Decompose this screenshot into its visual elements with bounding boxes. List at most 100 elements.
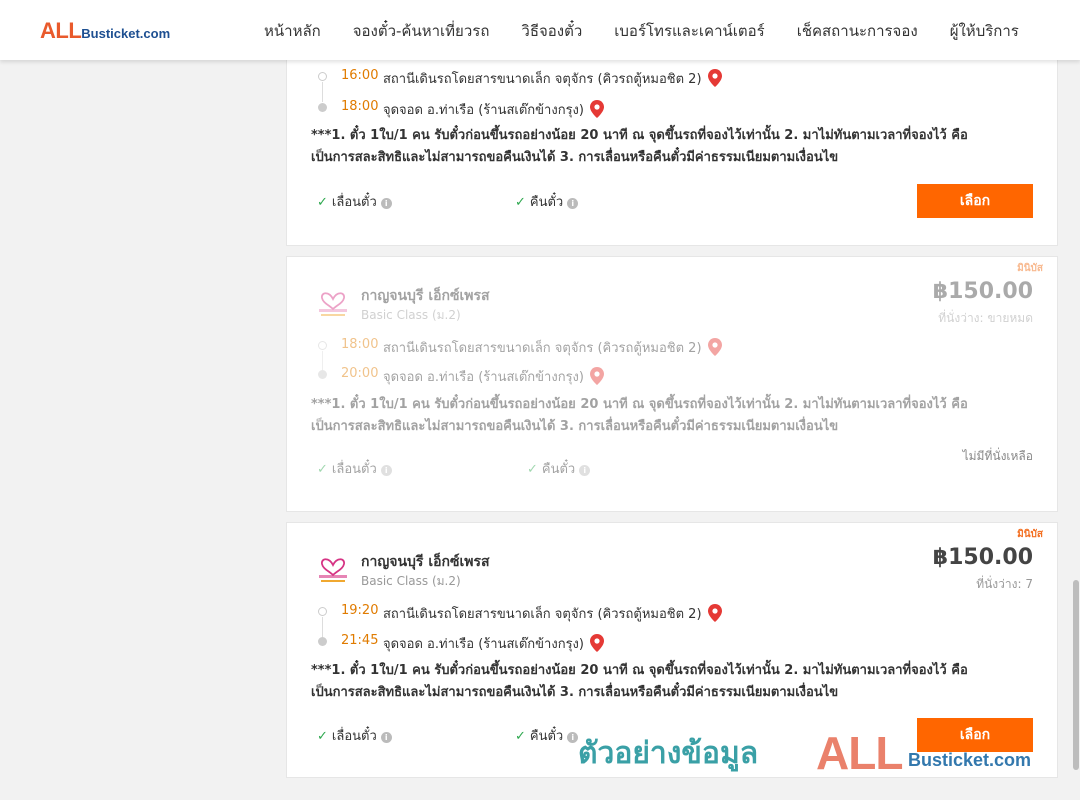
arrive-place: จุดจอด อ.ท่าเรือ (ร้านสเต๊กข้างกรุง) xyxy=(383,99,604,120)
seats-available: ที่นั่งว่าง: 7 xyxy=(976,577,1033,591)
arrive-place-text: จุดจอด อ.ท่าเรือ (ร้านสเต๊กข้างกรุง) xyxy=(383,103,584,118)
arrive-time: 20:00 xyxy=(341,366,379,381)
depart-place: สถานีเดินรถโดยสารขนาดเล็ก จตุจักร (คิวรถ… xyxy=(383,603,722,624)
check-icon: ✓ xyxy=(317,195,328,210)
kanchanaburi-express-logo xyxy=(319,292,347,316)
nav-phone-counters[interactable]: เบอร์โทรและเคาน์เตอร์ xyxy=(614,19,764,43)
ticket-price: ฿150.00 xyxy=(932,279,1033,304)
kanchanaburi-express-logo xyxy=(319,558,347,582)
refund-label: คืนตั๋ว xyxy=(529,729,564,744)
route-dot-icon xyxy=(318,370,327,379)
check-icon: ✓ xyxy=(515,195,526,210)
reschedule-label: เลื่อนตั๋ว xyxy=(331,462,377,477)
check-icon: ✓ xyxy=(317,729,328,744)
note-line-1: ***1. ตั๋ว 1ใบ/1 คน รับตั๋วก่อนขึ้นรถอย่… xyxy=(311,397,968,412)
arrive-time: 21:45 xyxy=(341,633,379,648)
note-line-1: ***1. ตั๋ว 1ใบ/1 คน รับตั๋วก่อนขึ้นรถอย่… xyxy=(311,128,968,143)
refund-feature: ✓ คืนตั๋ว i xyxy=(527,458,591,479)
depart-stop: 16:00 สถานีเดินรถโดยสารขนาดเล็ก จตุจักร … xyxy=(287,66,1027,102)
nav-book-search[interactable]: จองตั๋ว-ค้นหาเที่ยวรถ xyxy=(353,19,490,43)
watermark-logo-rest: Busticket.com xyxy=(908,750,1032,770)
trip-note: ***1. ตั๋ว 1ใบ/1 คน รับตั๋วก่อนขึ้นรถอย่… xyxy=(311,394,1031,438)
map-pin-icon[interactable] xyxy=(707,604,722,622)
seats-available: ที่นั่งว่าง: ขายหมด xyxy=(938,311,1033,325)
depart-place-text: สถานีเดินรถโดยสารขนาดเล็ก จตุจักร (คิวรถ… xyxy=(383,607,702,622)
watermark-text: ตัวอย่างข้อมูล xyxy=(578,736,759,771)
depart-stop: 19:20 สถานีเดินรถโดยสารขนาดเล็ก จตุจักร … xyxy=(287,601,1027,637)
map-pin-icon[interactable] xyxy=(589,634,604,652)
select-button[interactable]: เลือก xyxy=(917,718,1033,752)
main-nav: หน้าหลัก จองตั๋ว-ค้นหาเที่ยวรถ วิธีจองตั… xyxy=(264,19,1051,43)
route-dot-icon xyxy=(318,72,327,81)
depart-time: 16:00 xyxy=(341,68,379,83)
depart-stop: 18:00 สถานีเดินรถโดยสารขนาดเล็ก จตุจักร … xyxy=(287,335,1027,371)
depart-place: สถานีเดินรถโดยสารขนาดเล็ก จตุจักร (คิวรถ… xyxy=(383,337,722,358)
info-icon[interactable]: i xyxy=(380,198,392,209)
depart-place-text: สถานีเดินรถโดยสารขนาดเล็ก จตุจักร (คิวรถ… xyxy=(383,341,702,356)
vehicle-type-badge: มินิบัส xyxy=(1017,529,1043,540)
reschedule-feature: ✓ เลื่อนตั๋ว i xyxy=(317,191,392,212)
refund-feature: ✓ คืนตั๋ว i xyxy=(515,725,579,746)
ticket-price: ฿150.00 xyxy=(932,545,1033,570)
operator-name: กาญจนบุรี เอ็กซ์เพรส xyxy=(361,288,490,304)
check-icon: ✓ xyxy=(515,729,526,744)
operator-class: Basic Class (ม.2) xyxy=(361,308,461,322)
depart-place-text: สถานีเดินรถโดยสารขนาดเล็ก จตุจักร (คิวรถ… xyxy=(383,72,702,87)
map-pin-icon xyxy=(589,367,604,385)
trip-note: ***1. ตั๋ว 1ใบ/1 คน รับตั๋วก่อนขึ้นรถอย่… xyxy=(311,125,1031,169)
nav-check-booking[interactable]: เช็คสถานะการจอง xyxy=(797,19,918,43)
reschedule-label: เลื่อนตั๋ว xyxy=(331,729,377,744)
check-icon: ✓ xyxy=(317,462,328,477)
route-dot-icon xyxy=(318,637,327,646)
site-logo[interactable]: ALLBusticket.com xyxy=(40,18,170,44)
info-icon: i xyxy=(579,465,591,476)
operator-name: กาญจนบุรี เอ็กซ์เพรส xyxy=(361,554,490,570)
logo-all-text: ALL xyxy=(40,18,82,43)
top-navbar: ALLBusticket.com หน้าหลัก จองตั๋ว-ค้นหาเ… xyxy=(0,0,1080,60)
depart-place: สถานีเดินรถโดยสารขนาดเล็ก จตุจักร (คิวรถ… xyxy=(383,68,722,89)
map-pin-icon[interactable] xyxy=(589,100,604,118)
map-pin-icon xyxy=(707,338,722,356)
arrive-stop: 21:45 จุดจอด อ.ท่าเรือ (ร้านสเต๊กข้างกรุ… xyxy=(287,631,1027,653)
nav-home[interactable]: หน้าหลัก xyxy=(264,19,321,43)
operator-class: Basic Class (ม.2) xyxy=(361,574,461,588)
info-icon[interactable]: i xyxy=(567,198,579,209)
info-icon[interactable]: i xyxy=(567,732,579,743)
page-scrollbar[interactable] xyxy=(1072,60,1080,800)
arrive-place: จุดจอด อ.ท่าเรือ (ร้านสเต๊กข้างกรุง) xyxy=(383,366,604,387)
watermark-logo-all: ALL xyxy=(816,727,903,779)
select-button[interactable]: เลือก xyxy=(917,184,1033,218)
refund-label: คืนตั๋ว xyxy=(529,195,564,210)
note-line-2: เป็นการสละสิทธิและไม่สามารถขอคืนเงินได้ … xyxy=(311,419,839,434)
arrive-place-text: จุดจอด อ.ท่าเรือ (ร้านสเต๊กข้างกรุง) xyxy=(383,637,584,652)
logo-busticket-text: Busticket.com xyxy=(81,26,171,41)
refund-label: คืนตั๋ว xyxy=(541,462,576,477)
info-icon[interactable]: i xyxy=(380,732,392,743)
note-line-2: เป็นการสละสิทธิและไม่สามารถขอคืนเงินได้ … xyxy=(311,150,839,165)
note-line-2: เป็นการสละสิทธิและไม่สามารถขอคืนเงินได้ … xyxy=(311,685,839,700)
arrive-time: 18:00 xyxy=(341,99,379,114)
trip-card-2: มินิบัส กาญจนบุรี เอ็กซ์เพรส Basic Class… xyxy=(286,256,1058,512)
depart-time: 18:00 xyxy=(341,337,379,352)
map-pin-icon[interactable] xyxy=(707,69,722,87)
reschedule-feature: ✓ เลื่อนตั๋ว i xyxy=(317,458,392,479)
reschedule-feature: ✓ เลื่อนตั๋ว i xyxy=(317,725,392,746)
nav-operators[interactable]: ผู้ให้บริการ xyxy=(950,19,1019,43)
scrollbar-thumb[interactable] xyxy=(1073,580,1079,770)
trip-note: ***1. ตั๋ว 1ใบ/1 คน รับตั๋วก่อนขึ้นรถอย่… xyxy=(311,660,1031,704)
info-icon: i xyxy=(380,465,392,476)
route-dot-icon xyxy=(318,607,327,616)
nav-how-to-book[interactable]: วิธีจองตั๋ว xyxy=(521,19,582,43)
vehicle-type-badge: มินิบัส xyxy=(1017,263,1043,274)
arrive-stop: 18:00 จุดจอด อ.ท่าเรือ (ร้านสเต๊กข้างกรุ… xyxy=(287,97,1027,119)
no-seats-text: ไม่มีที่นั่งเหลือ xyxy=(962,449,1033,463)
arrive-place: จุดจอด อ.ท่าเรือ (ร้านสเต๊กข้างกรุง) xyxy=(383,633,604,654)
arrive-place-text: จุดจอด อ.ท่าเรือ (ร้านสเต๊กข้างกรุง) xyxy=(383,370,584,385)
refund-feature: ✓ คืนตั๋ว i xyxy=(515,191,579,212)
arrive-stop: 20:00 จุดจอด อ.ท่าเรือ (ร้านสเต๊กข้างกรุ… xyxy=(287,364,1027,386)
reschedule-label: เลื่อนตั๋ว xyxy=(331,195,377,210)
route-dot-icon xyxy=(318,341,327,350)
trip-card-1: 16:00 สถานีเดินรถโดยสารขนาดเล็ก จตุจักร … xyxy=(286,56,1058,246)
check-icon: ✓ xyxy=(527,462,538,477)
note-line-1: ***1. ตั๋ว 1ใบ/1 คน รับตั๋วก่อนขึ้นรถอย่… xyxy=(311,663,968,678)
